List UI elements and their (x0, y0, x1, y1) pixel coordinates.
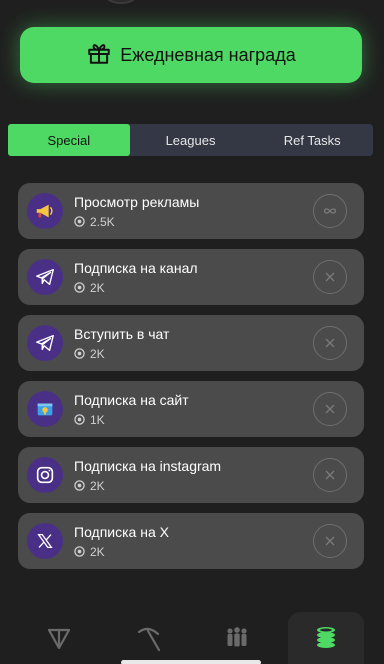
nav-mining[interactable] (110, 612, 186, 664)
task-item-subscribe-website[interactable]: Подписка на сайт 1K (18, 381, 364, 437)
task-reward: 2K (74, 479, 221, 493)
tab-label: Leagues (165, 132, 216, 148)
close-icon[interactable] (313, 392, 347, 426)
coin-icon (74, 282, 85, 293)
ton-icon (47, 628, 70, 650)
nav-earn[interactable] (287, 612, 364, 664)
website-icon (27, 391, 63, 427)
task-title: Подписка на сайт (74, 391, 189, 408)
tab-label: Special (47, 132, 91, 148)
daily-reward-button[interactable]: Ежедневная награда (20, 27, 362, 83)
coin-icon (74, 546, 85, 557)
task-reward-value: 1K (90, 412, 105, 427)
coin-icon (74, 348, 85, 359)
close-icon[interactable] (313, 260, 347, 294)
pickaxe-icon (137, 627, 160, 652)
tab-special[interactable]: Special (8, 124, 130, 156)
coins-icon (316, 627, 335, 648)
infinity-icon[interactable] (313, 194, 347, 228)
task-item-subscribe-x[interactable]: Подписка на X 2K (18, 513, 364, 569)
task-item-subscribe-channel[interactable]: Подписка на канал 2K (18, 249, 364, 305)
avatar[interactable] (104, 0, 138, 4)
megaphone-icon (27, 193, 63, 229)
nav-ton[interactable] (21, 612, 97, 664)
friends-icon (226, 627, 247, 647)
tab-leagues[interactable]: Leagues (130, 124, 252, 156)
coin-icon (74, 216, 85, 227)
tab-label: Ref Tasks (283, 132, 341, 148)
task-title: Подписка на instagram (74, 457, 222, 474)
telegram-icon (27, 259, 63, 295)
task-item-watch-ads[interactable]: Просмотр рекламы 2.5K (18, 183, 364, 239)
task-tabs: Special Leagues Ref Tasks (8, 124, 373, 156)
task-reward-value: 2K (90, 544, 105, 559)
gift-icon (86, 40, 112, 71)
task-reward-value: 2K (90, 280, 105, 295)
instagram-icon (27, 457, 63, 493)
task-title: Вступить в чат (74, 325, 170, 342)
nav-friends[interactable] (199, 612, 275, 664)
task-reward: 2K (74, 545, 169, 559)
coin-icon (74, 414, 85, 425)
task-list: Просмотр рекламы 2.5K Подписка на канал … (18, 183, 364, 579)
tab-ref-tasks[interactable]: Ref Tasks (251, 124, 373, 156)
close-icon[interactable] (313, 326, 347, 360)
task-title: Подписка на X (74, 523, 169, 540)
task-reward: 2.5K (74, 215, 199, 229)
close-icon[interactable] (313, 458, 347, 492)
daily-reward-label: Ежедневная награда (120, 44, 296, 65)
task-reward: 2K (74, 347, 169, 361)
telegram-icon (27, 325, 63, 361)
task-title: Просмотр рекламы (74, 193, 200, 210)
task-title: Подписка на канал (74, 259, 198, 276)
x-logo-icon (27, 523, 63, 559)
close-icon[interactable] (313, 524, 347, 558)
task-reward-value: 2.5K (90, 214, 115, 229)
coin-icon (74, 480, 85, 491)
home-indicator (121, 660, 261, 664)
task-reward-value: 2K (90, 478, 105, 493)
bottom-nav (0, 612, 384, 664)
task-reward: 2K (74, 281, 198, 295)
task-reward-value: 2K (90, 346, 105, 361)
task-reward: 1K (74, 413, 189, 427)
task-item-join-chat[interactable]: Вступить в чат 2K (18, 315, 364, 371)
task-item-subscribe-instagram[interactable]: Подписка на instagram 2K (18, 447, 364, 503)
